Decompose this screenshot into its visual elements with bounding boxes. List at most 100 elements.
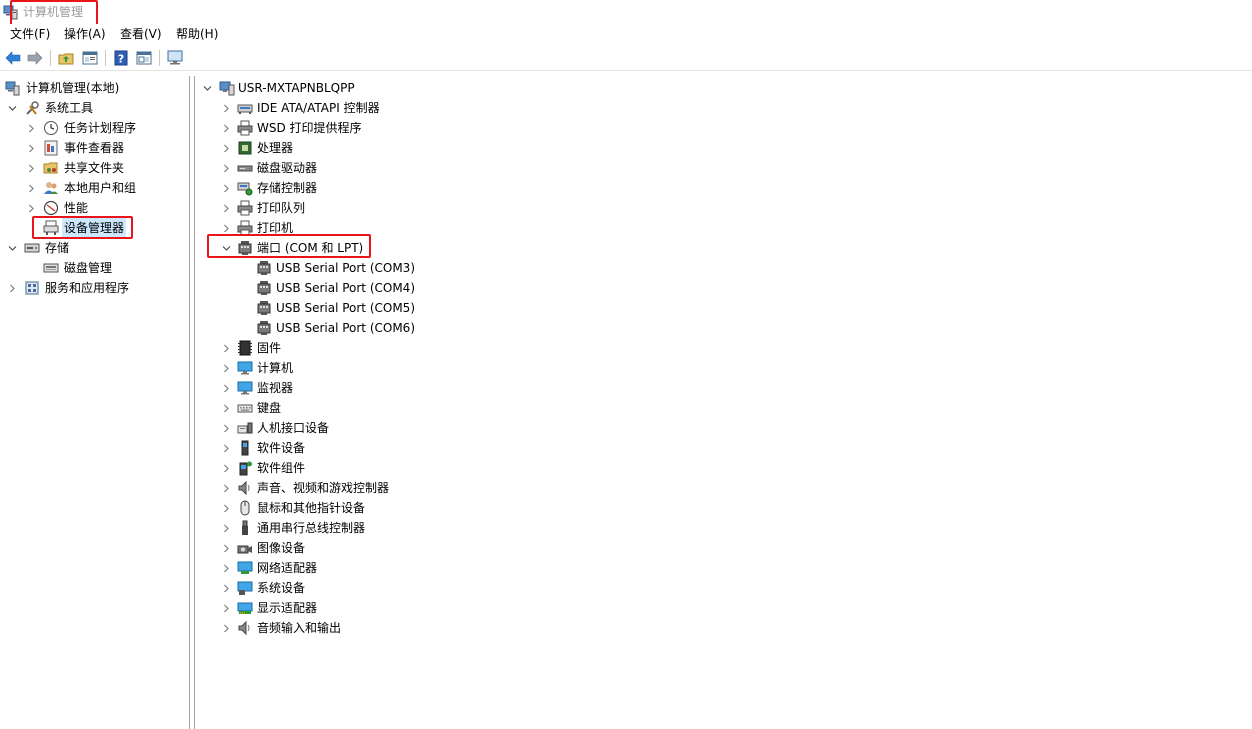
scan-hardware-button[interactable]	[166, 49, 184, 67]
chevron-right-icon[interactable]	[220, 218, 232, 238]
device-category-label: 软件设备	[257, 441, 306, 455]
display-adapter-icon	[237, 602, 253, 614]
chevron-right-icon[interactable]	[25, 138, 37, 158]
chevron-right-icon[interactable]	[220, 138, 232, 158]
chevron-right-icon[interactable]	[6, 278, 18, 298]
menu-help[interactable]: 帮助(H)	[174, 26, 220, 42]
chevron-right-icon[interactable]	[25, 198, 37, 218]
chevron-right-icon[interactable]	[25, 118, 37, 138]
computer-management-icon	[3, 5, 18, 20]
printer-icon	[237, 200, 253, 216]
device-category-label: 网络适配器	[257, 561, 318, 575]
device-category-label: 图像设备	[257, 541, 306, 555]
tree-node-label: 系统工具	[45, 101, 94, 115]
device-category-label: 系统设备	[257, 581, 306, 595]
chevron-right-icon[interactable]	[220, 558, 232, 578]
usb-icon	[242, 520, 248, 535]
title-bar: 计算机管理	[0, 0, 1252, 26]
chevron-right-icon[interactable]	[220, 158, 232, 178]
chevron-right-icon[interactable]	[25, 178, 37, 198]
device-category-label: 处理器	[257, 141, 294, 155]
chevron-right-icon[interactable]	[220, 98, 232, 118]
system-device-icon	[237, 581, 253, 595]
speaker-icon	[238, 620, 250, 636]
menu-view[interactable]: 查看(V)	[118, 26, 164, 42]
chevron-right-icon[interactable]	[220, 398, 232, 418]
device-category-label: 打印机	[257, 221, 294, 235]
chevron-right-icon[interactable]	[220, 178, 232, 198]
storage-controller-icon	[237, 182, 253, 196]
device-category-label: 鼠标和其他指针设备	[257, 501, 366, 515]
software-device-icon	[241, 440, 249, 456]
svg-text:?: ?	[118, 53, 124, 66]
toolbar-separator	[50, 50, 51, 66]
menu-action[interactable]: 操作(A)	[62, 26, 108, 42]
chevron-right-icon[interactable]	[220, 418, 232, 438]
chevron-right-icon[interactable]	[220, 578, 232, 598]
port-icon	[257, 281, 271, 295]
chevron-right-icon[interactable]	[220, 198, 232, 218]
device-category-label: 计算机	[257, 361, 294, 375]
chevron-right-icon[interactable]	[220, 518, 232, 538]
help-button[interactable]: ?	[112, 49, 130, 67]
tree-node-label: 本地用户和组	[64, 181, 137, 195]
console-tree-pane: 计算机管理(本地) 系统工具 任务计划程序 事件查看器 共享文件夹 本地用户和组…	[0, 76, 190, 729]
device-category-label: 通用串行总线控制器	[257, 521, 366, 535]
port-icon	[238, 241, 252, 255]
properties-button[interactable]	[135, 49, 153, 67]
chevron-right-icon[interactable]	[25, 158, 37, 178]
chevron-right-icon[interactable]	[220, 338, 232, 358]
mouse-icon	[240, 500, 250, 516]
device-tree-pane: USR-MXTAPNBLQPP IDE ATA/ATAPI 控制器 WSD 打印提…	[195, 76, 1252, 729]
chevron-down-icon[interactable]	[201, 78, 213, 98]
chevron-right-icon[interactable]	[220, 498, 232, 518]
back-button[interactable]	[4, 49, 22, 67]
chevron-right-icon[interactable]	[220, 538, 232, 558]
computer-monitor-icon	[237, 361, 253, 375]
chevron-right-icon[interactable]	[220, 438, 232, 458]
toolbar: ?	[0, 46, 1252, 71]
hid-icon	[237, 422, 253, 434]
chevron-right-icon[interactable]	[220, 598, 232, 618]
cpu-icon	[238, 141, 252, 155]
up-folder-icon	[58, 53, 74, 65]
computer-monitor-icon	[237, 381, 253, 395]
device-category-label: 软件组件	[257, 461, 306, 475]
device-category-label: 声音、视频和游戏控制器	[257, 481, 390, 495]
performance-icon	[43, 200, 59, 216]
help-icon: ?	[114, 50, 128, 66]
tools-icon	[26, 101, 39, 115]
show-hide-tree-button[interactable]	[81, 49, 99, 67]
device-category-label: 打印队列	[257, 201, 306, 215]
tree-node-label: 计算机管理(本地)	[26, 81, 120, 95]
network-adapter-icon	[237, 561, 253, 574]
computer-management-icon	[5, 81, 20, 96]
chevron-right-icon[interactable]	[220, 478, 232, 498]
chevron-right-icon[interactable]	[220, 618, 232, 638]
menu-file[interactable]: 文件(F)	[8, 26, 52, 42]
window-title: 计算机管理	[23, 5, 84, 19]
up-button[interactable]	[57, 49, 75, 67]
chevron-down-icon[interactable]	[6, 98, 18, 118]
chevron-down-icon[interactable]	[220, 238, 232, 258]
chevron-down-icon[interactable]	[6, 238, 18, 258]
device-category-label: 人机接口设备	[257, 421, 330, 435]
users-icon	[44, 182, 58, 194]
tree-node-label: 磁盘管理	[64, 261, 113, 275]
tree-node-label: 服务和应用程序	[45, 281, 130, 295]
speaker-icon	[238, 480, 250, 496]
chevron-right-icon[interactable]	[220, 458, 232, 478]
chevron-right-icon[interactable]	[220, 378, 232, 398]
chevron-right-icon[interactable]	[220, 118, 232, 138]
toolbar-separator	[159, 50, 160, 66]
chevron-right-icon[interactable]	[220, 358, 232, 378]
port-icon	[257, 301, 271, 315]
tree-node-label: 设备管理器	[62, 218, 127, 238]
device-category-label: 存储控制器	[257, 181, 318, 195]
device-item-label: USB Serial Port (COM5)	[276, 301, 415, 315]
storage-icon	[24, 243, 40, 253]
forward-button[interactable]	[26, 49, 44, 67]
port-icon	[257, 261, 271, 275]
device-category-label: 固件	[257, 341, 282, 355]
device-category-label: IDE ATA/ATAPI 控制器	[257, 101, 380, 115]
